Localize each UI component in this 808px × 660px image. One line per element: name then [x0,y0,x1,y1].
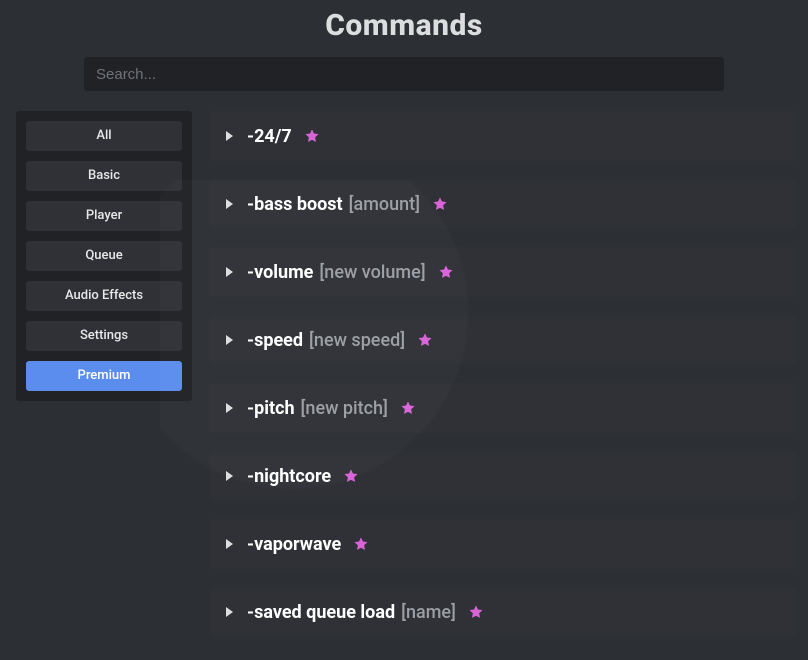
star-icon [438,264,454,280]
chevron-right-icon [226,607,233,617]
star-icon [353,536,369,552]
command-list: -24/7 -bass boost [amount] -volume [new volu… [210,111,808,637]
command-row[interactable]: -pitch [new pitch] [210,383,796,433]
command-name: -vaporwave [247,534,341,555]
command-row[interactable]: -nightcore [210,451,796,501]
command-name: -bass boost [247,194,343,215]
chevron-right-icon [226,403,233,413]
star-icon [417,332,433,348]
command-row[interactable]: -24/7 [210,111,796,161]
command-name: -24/7 [247,126,292,147]
star-icon [468,604,484,620]
command-arg: [amount] [349,194,420,215]
command-row[interactable]: -speed [new speed] [210,315,796,365]
sidebar-item-queue[interactable]: Queue [26,241,182,271]
command-row[interactable]: -bass boost [amount] [210,179,796,229]
sidebar-item-all[interactable]: All [26,121,182,151]
chevron-right-icon [226,199,233,209]
chevron-right-icon [226,471,233,481]
command-arg: [new speed] [309,330,405,351]
star-icon [432,196,448,212]
chevron-right-icon [226,131,233,141]
command-name: -saved queue load [247,602,395,623]
chevron-right-icon [226,335,233,345]
sidebar-item-settings[interactable]: Settings [26,321,182,351]
star-icon [400,400,416,416]
command-row[interactable]: -saved queue load [name] [210,587,796,637]
command-arg: [new pitch] [301,398,388,419]
page-title: Commands [0,0,808,43]
command-name: -nightcore [247,466,331,487]
star-icon [343,468,359,484]
command-name: -speed [247,330,303,351]
search-input[interactable] [84,57,724,91]
sidebar-item-audio-effects[interactable]: Audio Effects [26,281,182,311]
command-row[interactable]: -vaporwave [210,519,796,569]
chevron-right-icon [226,539,233,549]
star-icon [304,128,320,144]
command-name: -volume [247,262,313,283]
command-name: -pitch [247,398,295,419]
command-arg: [name] [401,602,456,623]
sidebar-item-player[interactable]: Player [26,201,182,231]
search-container [0,57,808,91]
command-row[interactable]: -volume [new volume] [210,247,796,297]
chevron-right-icon [226,267,233,277]
sidebar: All Basic Player Queue Audio Effects Settings… [16,111,192,401]
sidebar-item-premium[interactable]: Premium [26,361,182,391]
sidebar-item-basic[interactable]: Basic [26,161,182,191]
command-arg: [new volume] [319,262,425,283]
